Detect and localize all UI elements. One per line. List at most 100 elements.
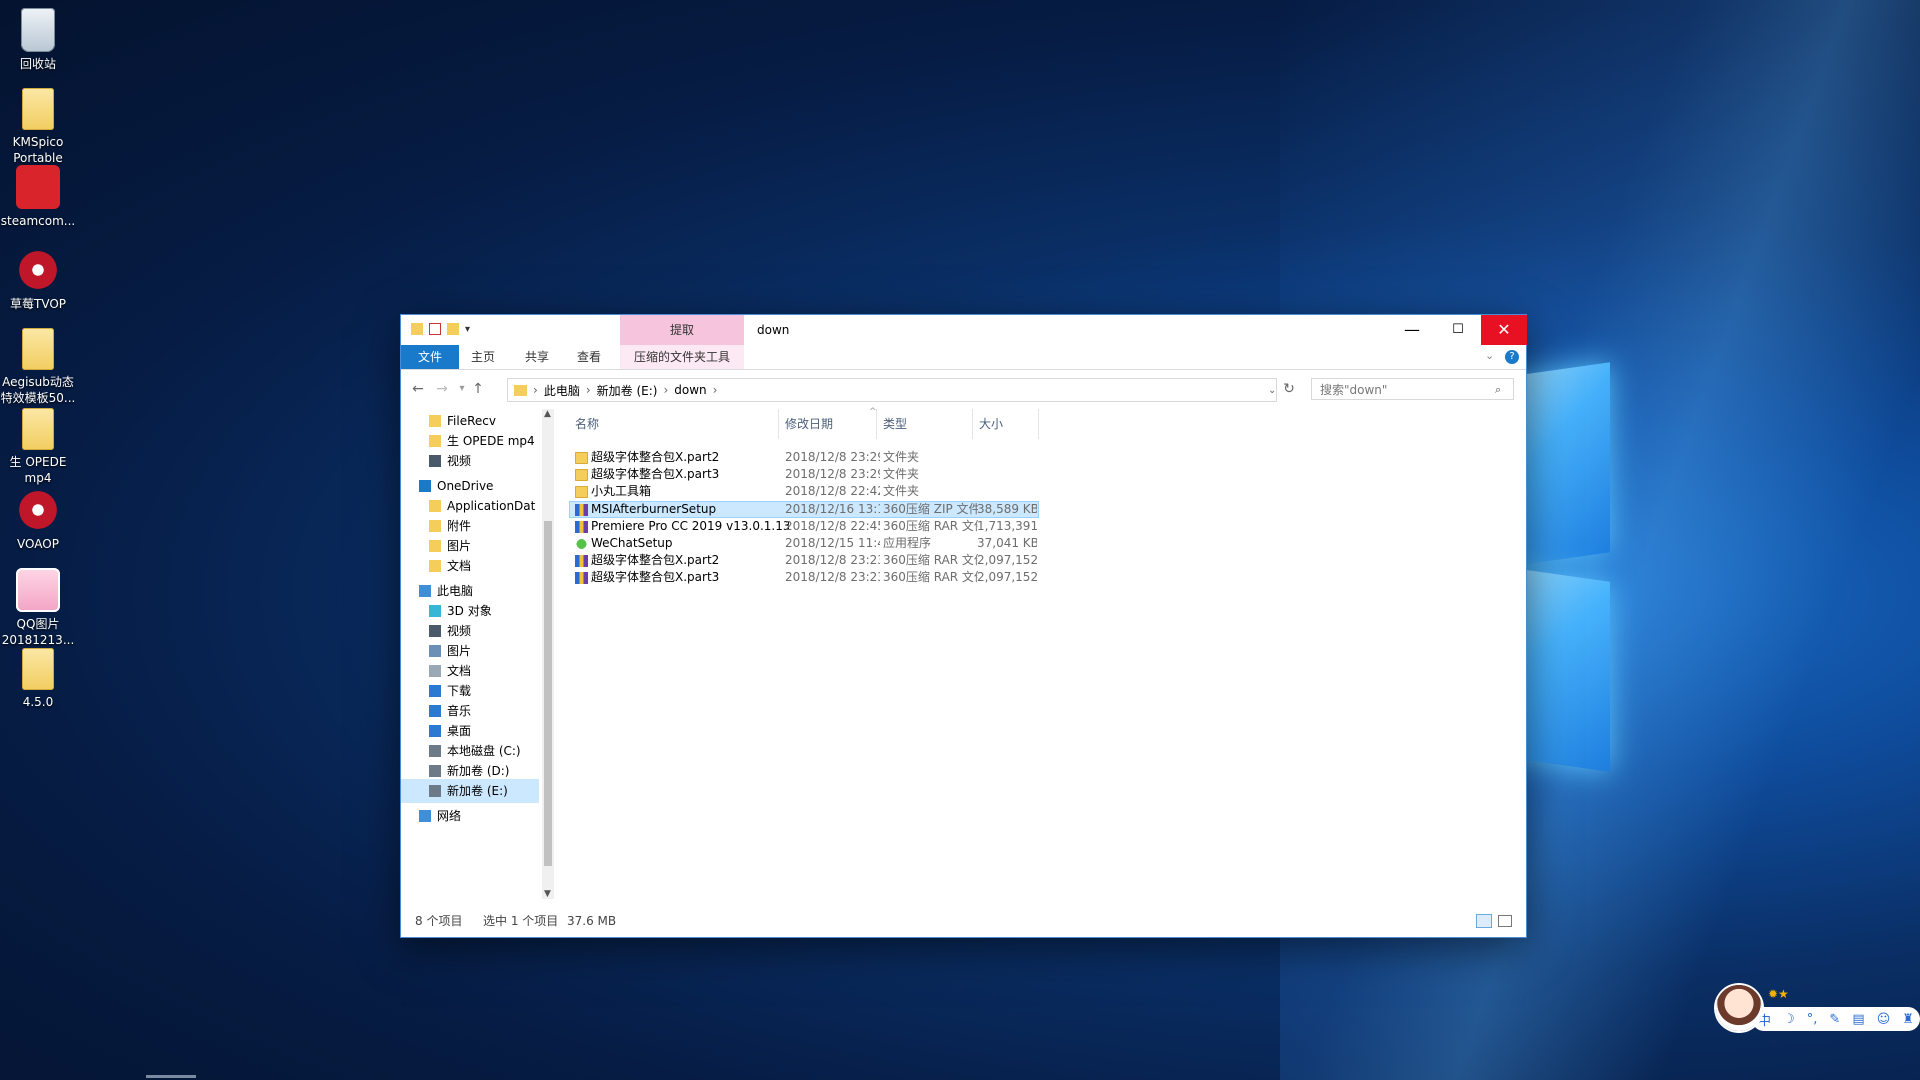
breadcrumb-down[interactable]: down (674, 383, 706, 397)
folder-icon (22, 408, 54, 450)
file-row[interactable]: Premiere Pro CC 2019 v13.0.1.13 Win2018/… (569, 518, 1039, 535)
tab-file[interactable]: 文件 (401, 345, 459, 369)
scroll-thumb[interactable] (544, 521, 552, 866)
ime-button[interactable]: ✎ (1829, 1012, 1840, 1027)
nav-item-label: ApplicationDat (447, 499, 536, 513)
file-row[interactable]: WeChatSetup 2018/12/15 11:44应用程序 37,041 KB (569, 535, 1039, 552)
desktop-icon-label: VOAOP (17, 537, 59, 551)
breadcrumb-drive-e[interactable]: 新加卷 (E:) (597, 382, 658, 399)
file-size: 2,097,152... (977, 570, 1037, 585)
back-icon[interactable]: ← (409, 381, 427, 397)
ime-button[interactable]: ☺ (1877, 1012, 1891, 1027)
nav-item-label: 下载 (447, 684, 472, 698)
desktop-icon[interactable]: 草莓TVOP (0, 248, 76, 312)
desktop-icon[interactable]: 回收站 (0, 8, 76, 72)
file-date: 2018/12/16 13:13 (785, 501, 880, 516)
refresh-icon[interactable]: ↻ (1280, 381, 1298, 397)
nav-item-label: 桌面 (447, 724, 472, 738)
file-row[interactable]: 超级字体整合包X.part3 2018/12/8 23:23 360压缩 RAR 文… (569, 569, 1039, 586)
large-icons-view-icon[interactable] (1498, 915, 1512, 927)
nav-item[interactable]: 网络 (401, 804, 539, 828)
chevron-down-icon[interactable]: ▾ (465, 324, 470, 335)
desktop-icon-label: 4.5.0 (22, 695, 54, 709)
file-row[interactable]: 超级字体整合包X.part3 2018/12/8 23:29 文件夹 (569, 466, 1039, 483)
desktop-icon[interactable]: KMSpico Portable (0, 88, 76, 166)
column-header-size[interactable]: 大小 (973, 409, 1039, 439)
nav-item[interactable]: 文档 (401, 554, 539, 578)
up-icon[interactable]: ↑ (469, 381, 487, 397)
forward-icon[interactable]: → (433, 381, 451, 397)
search-icon[interactable]: ⌕ (1495, 383, 1501, 397)
desktop-icon[interactable]: 4.5.0 (0, 648, 76, 710)
folder-icon (514, 384, 527, 396)
file-size: 38,589 KB (977, 501, 1037, 516)
ribbon-expand-icon[interactable]: ⌄ (1485, 349, 1494, 362)
column-header-name[interactable]: 名称 (569, 409, 779, 439)
nav-item[interactable]: 新加卷 (E:) (401, 779, 539, 803)
file-row[interactable]: MSIAfterburnerSetup 2018/12/16 13:13360压缩… (569, 500, 1039, 518)
file-row[interactable]: 超级字体整合包X.part2 2018/12/8 23:29 文件夹 (569, 449, 1039, 466)
ime-avatar[interactable] (1716, 985, 1762, 1031)
file-type: 360压缩 RAR 文件 (883, 518, 978, 533)
nav-item-label: 图片 (447, 644, 472, 658)
ime-button[interactable]: °, (1807, 1012, 1818, 1027)
status-bar: 8 个项目 选中 1 个项目 37.6 MB (401, 909, 1526, 933)
desktop-icon[interactable]: Aegisub动态特效模板50... (0, 328, 76, 406)
minimize-button[interactable]: — (1389, 315, 1435, 345)
recycle-bin-icon (21, 8, 55, 52)
tab-home[interactable]: 主页 (457, 345, 509, 369)
address-dropdown-icon[interactable]: ⌄ (1268, 385, 1276, 396)
ime-button[interactable]: ♜ (1902, 1012, 1914, 1027)
nav-item[interactable]: 视频 (401, 449, 539, 473)
scroll-down-icon[interactable]: ▼ (544, 889, 551, 899)
file-row[interactable]: 超级字体整合包X.part2 2018/12/8 23:23 360压缩 RAR 文… (569, 552, 1039, 569)
folder-icon (429, 435, 441, 447)
ime-button[interactable]: ▤ (1852, 1012, 1864, 1027)
folder-sync-icon (429, 520, 441, 532)
title-bar[interactable]: ▾ 提取 down — ☐ ✕ (401, 315, 1527, 345)
new-folder-icon[interactable] (447, 323, 459, 335)
network-icon (419, 810, 431, 822)
ime-bar[interactable]: 中 ☽ °, ✎ ▤ ☺ ♜ (1752, 1007, 1920, 1031)
column-header-date[interactable]: 修改日期 (779, 409, 877, 439)
file-row[interactable]: 小丸工具箱 2018/12/8 22:42 文件夹 (569, 483, 1039, 500)
ime-button[interactable]: ☽ (1783, 1012, 1795, 1027)
desktop-icon[interactable]: 生 OPEDE mp4 (0, 408, 76, 486)
close-button[interactable]: ✕ (1481, 315, 1527, 345)
nav-item-label: 音乐 (447, 704, 472, 718)
tab-view[interactable]: 查看 (563, 345, 615, 369)
quick-access-toolbar: ▾ (411, 323, 470, 335)
scroll-up-icon[interactable]: ▲ (544, 409, 551, 419)
help-icon[interactable]: ? (1505, 350, 1519, 364)
desktop-icon-label: KMSpico Portable (12, 135, 64, 165)
address-bar[interactable]: › 此电脑 › 新加卷 (E:) › down › ⌄ (507, 378, 1277, 402)
file-type: 文件夹 (883, 450, 920, 464)
desktop-icon[interactable]: QQ图片20181213... (0, 568, 76, 648)
maximize-button[interactable]: ☐ (1435, 315, 1481, 345)
tab-compressed-folder-tools[interactable]: 压缩的文件夹工具 (620, 345, 744, 369)
tab-share[interactable]: 共享 (511, 345, 563, 369)
folder-icon (411, 323, 423, 335)
ime-toolbar[interactable]: ✹★ 中 ☽ °, ✎ ▤ ☺ ♜ (1716, 985, 1920, 1037)
desktop-icon[interactable]: VOAOP (0, 488, 76, 552)
archive-icon (575, 555, 588, 568)
desktop-icon[interactable]: steamcom... (0, 165, 76, 229)
file-name: 超级字体整合包X.part2 (591, 450, 720, 464)
file-name: 超级字体整合包X.part3 (591, 570, 720, 585)
nav-scrollbar[interactable]: ▲ ▼ (542, 409, 554, 899)
file-type: 文件夹 (883, 484, 920, 499)
details-view-icon[interactable] (1476, 914, 1492, 928)
nav-item-label: 网络 (437, 809, 462, 823)
nav-item-label: 图片 (447, 539, 472, 553)
folder-icon (22, 88, 54, 130)
ime-stars-icon: ✹★ (1768, 987, 1789, 1001)
music-icon (429, 705, 441, 717)
file-date: 2018/12/8 22:42 (785, 484, 880, 499)
file-size: 1,713,391... (977, 518, 1037, 533)
search-input[interactable]: 搜索"down" (1311, 378, 1514, 400)
drive-icon (429, 765, 441, 777)
properties-icon[interactable] (429, 323, 441, 335)
breadcrumb-this-pc[interactable]: 此电脑 (544, 382, 580, 399)
file-date: 2018/12/8 23:29 (785, 450, 880, 464)
column-header-type[interactable]: 类型 (877, 409, 973, 439)
